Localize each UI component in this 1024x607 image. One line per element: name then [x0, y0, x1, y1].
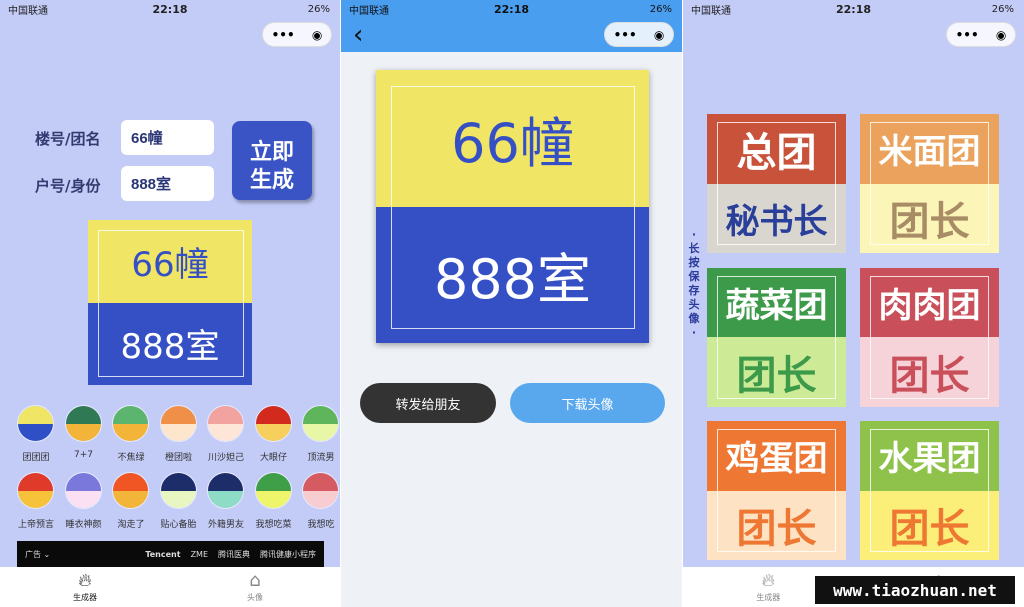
more-icon[interactable]: •••	[614, 28, 637, 42]
battery: 26%	[307, 3, 330, 15]
generate-button[interactable]: 立即 生成	[232, 121, 312, 200]
status-bar: 中国联通 22:18 26%	[0, 0, 340, 18]
avatar-card[interactable]: 鸡蛋团 团长	[707, 421, 846, 560]
download-button[interactable]: 下载头像	[510, 383, 665, 423]
tab-label: 生成器	[73, 593, 97, 602]
theme-swatch[interactable]	[254, 405, 292, 442]
theme-swatch[interactable]	[112, 472, 149, 509]
theme-label: 不焦绿	[117, 453, 145, 463]
theme-swatch[interactable]	[302, 405, 339, 442]
avatar-preview: 66幢 888室	[88, 220, 252, 385]
more-icon[interactable]: •••	[272, 28, 295, 42]
theme-swatch[interactable]	[64, 405, 102, 442]
result-screen: 中国联通 22:18 26% ‹ ••• ◉ 66幢 888室 转发给朋友 下载头像	[341, 0, 682, 607]
close-icon[interactable]: ◉	[996, 28, 1006, 42]
time: 22:18	[493, 2, 529, 16]
theme-swatch[interactable]	[17, 405, 54, 442]
close-icon[interactable]: ◉	[312, 28, 322, 42]
theme-label: 顶流男	[307, 453, 335, 463]
tab-label: 生成器	[756, 593, 781, 602]
home-icon: ⌂	[249, 570, 261, 591]
theme-label: 淘走了	[117, 520, 145, 530]
time: 22:18	[152, 2, 188, 16]
theme-label: 贴心备胎	[160, 520, 197, 530]
theme-swatch[interactable]	[207, 405, 244, 442]
flame-icon: 🔥︎	[78, 570, 92, 591]
battery: 26%	[991, 3, 1014, 15]
theme-label: 睡衣神颜	[65, 520, 102, 530]
room-input[interactable]	[121, 166, 214, 201]
tab-avatar[interactable]: ⌂ 头像	[170, 567, 340, 607]
avatar-card[interactable]: 总团 秘书长	[707, 114, 846, 253]
save-hint: ·长按保存头像·	[688, 228, 700, 339]
mini-program-capsule: ••• ◉	[604, 22, 674, 47]
battery: 26%	[649, 3, 672, 15]
tab-generator[interactable]: 🔥︎ 生成器	[0, 567, 170, 607]
theme-swatch[interactable]	[112, 405, 149, 442]
mini-program-capsule: ••• ◉	[262, 22, 332, 47]
time: 22:18	[835, 2, 871, 16]
ad-brand: 腾讯健康小程序	[260, 550, 316, 559]
theme-label: 橙团啦	[164, 453, 192, 463]
avatar-card[interactable]: 水果团 团长	[860, 421, 999, 560]
theme-label: 外籍男友	[207, 520, 244, 530]
theme-swatch[interactable]	[302, 472, 339, 509]
more-icon[interactable]: •••	[956, 28, 979, 42]
theme-swatch[interactable]	[64, 472, 102, 509]
avatar-card[interactable]: 肉肉团 团长	[860, 267, 999, 407]
theme-label: 我想吃菜	[255, 520, 292, 530]
share-button[interactable]: 转发给朋友	[360, 383, 496, 423]
theme-label: 7+7	[74, 450, 93, 460]
gallery-screen: 中国联通 22:18 26% ••• ◉ ·长按保存头像· 总团 秘书长 米面团 团长…	[683, 0, 1024, 607]
close-icon[interactable]: ◉	[654, 28, 664, 42]
generator-screen: 中国联通22:1826% •••◉ 楼号/团名 户号/身份 立即 生成 66幢 …	[0, 0, 340, 607]
tab-label: 头像	[247, 593, 263, 602]
room-label: 户号/身份	[35, 177, 101, 195]
theme-swatch[interactable]	[17, 472, 54, 509]
theme-label: 川沙妲己	[207, 453, 244, 463]
theme-label: 大眼仔	[259, 453, 287, 463]
ad-brand: ZME	[190, 550, 208, 559]
watermark: www.tiaozhuan.net	[815, 576, 1015, 604]
ad-brand: Tencent	[145, 550, 181, 559]
ad-brand: 腾讯医典	[218, 550, 250, 559]
ad-banner[interactable]: 广告 ⌄ Tencent ZME 腾讯医典 腾讯健康小程序	[17, 541, 324, 568]
ad-label: 广告 ⌄	[25, 550, 51, 559]
theme-swatch[interactable]	[159, 405, 197, 442]
mini-program-capsule: ••• ◉	[946, 22, 1016, 47]
theme-label: 上帝预言	[17, 520, 54, 530]
tab-bar: 🔥︎ 生成器 ⌂ 头像	[0, 567, 340, 607]
building-input[interactable]	[121, 120, 214, 155]
theme-swatch[interactable]	[207, 472, 244, 509]
building-label: 楼号/团名	[35, 130, 101, 148]
back-icon[interactable]: ‹	[353, 20, 363, 50]
result-avatar[interactable]: 66幢 888室	[376, 70, 649, 343]
avatar-card[interactable]: 蔬菜团 团长	[707, 267, 846, 407]
theme-swatch[interactable]	[254, 472, 292, 509]
avatar-card[interactable]: 米面团 团长	[860, 114, 999, 253]
theme-label: 我想吃	[307, 520, 335, 530]
theme-label: 团团团	[22, 453, 50, 463]
theme-swatch[interactable]	[159, 472, 197, 509]
